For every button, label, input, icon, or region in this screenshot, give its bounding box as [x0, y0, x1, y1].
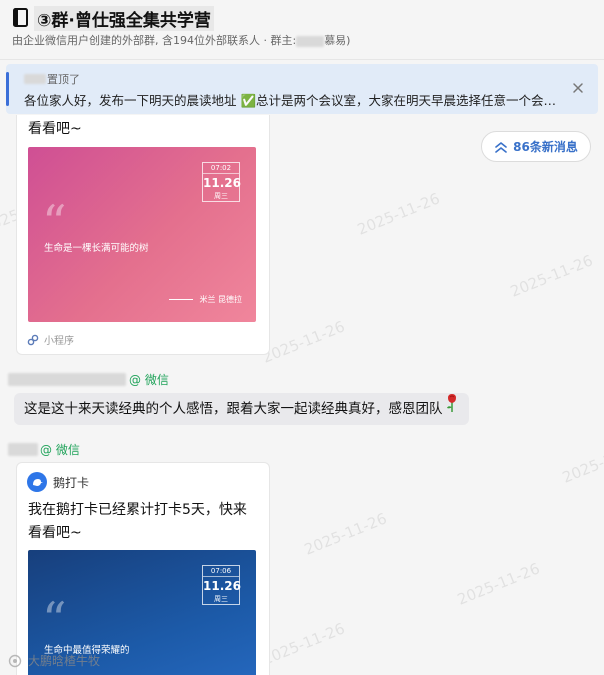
- mini-program-card[interactable]: 鹅打卡 我在鹅打卡已经累计打卡5天，快来 看看吧~ 07:06 11.26 周三…: [16, 462, 270, 675]
- pinned-by-label: 置顶了: [47, 73, 80, 86]
- author-name: 米兰 昆德拉: [199, 295, 242, 304]
- watermark: 2025-11-26: [259, 317, 348, 367]
- date-box: 07:02 11.26 周三: [202, 162, 241, 202]
- group-subtitle: 由企业微信用户创建的外部群, 含194位外部联系人 · 群主: 慕易): [12, 32, 350, 48]
- message-sender[interactable]: @ 微信: [8, 441, 80, 458]
- sender-source: @ 微信: [40, 443, 80, 457]
- date-day: 11.26: [203, 176, 241, 190]
- brand-logo-icon: [8, 654, 22, 667]
- mini-program-card[interactable]: 看看吧~ 07:02 11.26 周三 “ 生命是一棵长满可能的树 米兰 昆德拉…: [16, 115, 270, 355]
- pinned-text: 各位家人好，发布一下明天的晨读地址 ✅总计是两个会议室，大家在明天早晨选择任意一…: [24, 93, 564, 108]
- sender-name-blurred: [8, 373, 126, 386]
- new-messages-button[interactable]: 86条新消息: [481, 131, 591, 162]
- message-sender[interactable]: @ 微信: [8, 371, 169, 388]
- chat-header: ③群·曾仕强全集共学营 由企业微信用户创建的外部群, 含194位外部联系人 · …: [0, 0, 604, 60]
- owner-name-blurred: [296, 35, 325, 47]
- date-weekday: 周三: [214, 192, 228, 200]
- sender-source: @ 微信: [129, 373, 169, 387]
- quote-mark-icon: “: [42, 592, 67, 648]
- message-text: 这是这十来天读经典的个人感悟，跟着大家一起读经典真好，感恩团队: [24, 401, 443, 417]
- date-day: 11.26: [203, 579, 241, 593]
- mini-label-text: 小程序: [44, 336, 74, 347]
- goose-app-icon: [27, 472, 47, 492]
- footer-watermark-text: 大鹏晗楂牛牧: [28, 654, 101, 668]
- quote-mark-icon: “: [42, 195, 67, 251]
- new-messages-label: 86条新消息: [513, 140, 578, 154]
- card-text-line: 看看吧~: [28, 525, 82, 541]
- quote-author: 米兰 昆德拉: [169, 294, 242, 305]
- app-name: 鹅打卡: [53, 475, 90, 490]
- watermark: 2025-11-26: [301, 509, 390, 559]
- card-text-line: 我在鹅打卡已经累计打卡5天，快来: [28, 502, 247, 518]
- text-message-bubble[interactable]: 这是这十来天读经典的个人感悟，跟着大家一起读经典真好，感恩团队: [14, 393, 469, 425]
- title-row: ③群·曾仕强全集共学营: [12, 5, 214, 31]
- watermark: 2025-11-26: [559, 437, 604, 487]
- date-time: 07:06: [203, 566, 239, 577]
- book-icon: [12, 8, 30, 28]
- watermark: 2025-11-26: [259, 619, 348, 669]
- watermark: 2025-11-26: [507, 251, 596, 301]
- watermark: 2025-11-26: [454, 559, 543, 609]
- mini-program-icon: [27, 334, 39, 345]
- subtitle-prefix: 由企业微信用户创建的外部群, 含194位外部联系人 · 群主:: [12, 34, 297, 47]
- date-box: 07:06 11.26 周三: [202, 565, 241, 605]
- subtitle-suffix: 慕易): [324, 34, 351, 47]
- mini-program-image: 07:02 11.26 周三 “ 生命是一棵长满可能的树 米兰 昆德拉: [28, 147, 256, 322]
- pinned-by-name-blurred: [24, 74, 46, 84]
- group-title: ③群·曾仕强全集共学营: [34, 5, 214, 31]
- rose-icon: [445, 393, 459, 425]
- close-icon[interactable]: [570, 80, 586, 96]
- date-weekday: 周三: [214, 595, 228, 603]
- watermark: 2025-11-26: [354, 189, 443, 239]
- mini-program-header: 鹅打卡: [27, 472, 89, 492]
- footer-watermark: 大鹏晗楂牛牧: [8, 652, 100, 669]
- date-time: 07:02: [203, 163, 239, 174]
- sender-name-blurred: [8, 443, 38, 456]
- double-chevron-up-icon: [495, 141, 507, 153]
- quote-text: 生命是一棵长满可能的树: [44, 243, 149, 254]
- chat-area[interactable]: 2025-11-26 2025-11-26 2025-11-26 2025-11…: [0, 115, 604, 675]
- pinned-by: 置顶了: [24, 71, 80, 87]
- mini-program-label: 小程序: [27, 332, 74, 347]
- pin-accent-bar: [6, 72, 9, 106]
- pinned-message-bar[interactable]: 置顶了 各位家人好，发布一下明天的晨读地址 ✅总计是两个会议室，大家在明天早晨选…: [6, 64, 598, 114]
- card-text: 看看吧~: [28, 121, 82, 137]
